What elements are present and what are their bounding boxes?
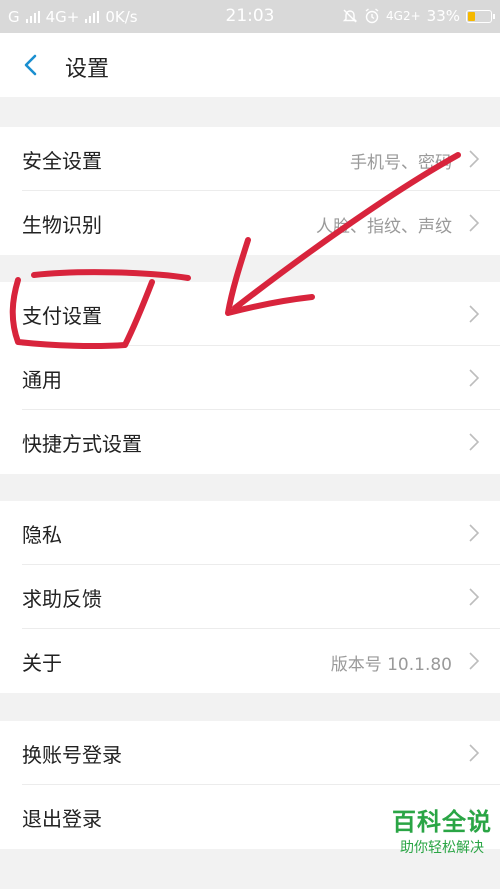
settings-row-about[interactable]: 关于 版本号 10.1.80	[0, 629, 500, 693]
settings-row-feedback[interactable]: 求助反馈	[0, 565, 500, 629]
mute-bell-icon	[342, 9, 358, 23]
status-bar: G 4G+ 0K/s 21:03 4G2+ 33%	[0, 0, 500, 33]
settings-group-general: 支付设置 通用 快捷方式设置	[0, 282, 500, 474]
battery-fill	[468, 11, 475, 21]
watermark-subtitle: 助你轻松解决	[400, 840, 484, 856]
settings-row-switch-account[interactable]: 换账号登录	[0, 721, 500, 785]
settings-row-payment[interactable]: 支付设置	[0, 282, 500, 346]
settings-group-privacy: 隐私 求助反馈 关于 版本号 10.1.80	[0, 501, 500, 693]
row-label: 关于	[22, 651, 62, 675]
settings-row-general[interactable]: 通用	[0, 346, 500, 410]
row-value: 版本号 10.1.80	[330, 655, 452, 675]
settings-row-security[interactable]: 安全设置 手机号、密码	[0, 127, 500, 191]
chevron-right-icon	[469, 744, 480, 762]
alarm-icon	[365, 8, 379, 24]
battery-icon	[466, 9, 495, 23]
status-right: 4G2+ 33%	[342, 7, 495, 25]
chevron-right-icon	[469, 305, 480, 323]
page-title: 设置	[65, 57, 110, 82]
row-label: 求助反馈	[22, 587, 102, 611]
network-label-right: 4G2+	[386, 9, 421, 23]
row-label: 快捷方式设置	[22, 432, 142, 456]
settings-row-biometrics[interactable]: 生物识别 人脸、指纹、声纹	[0, 191, 500, 255]
row-label: 换账号登录	[22, 743, 122, 767]
row-label: 通用	[22, 368, 62, 392]
row-value: 手机号、密码	[350, 153, 452, 173]
chevron-left-icon[interactable]	[16, 50, 46, 80]
chevron-right-icon	[469, 652, 480, 670]
chevron-right-icon	[469, 433, 480, 451]
row-label: 生物识别	[22, 213, 102, 237]
row-label: 隐私	[22, 523, 62, 547]
settings-group-account: 安全设置 手机号、密码 生物识别 人脸、指纹、声纹	[0, 127, 500, 255]
chevron-right-icon	[469, 214, 480, 232]
row-value: 人脸、指纹、声纹	[316, 217, 452, 237]
header: 设置	[0, 33, 500, 97]
row-label: 安全设置	[22, 149, 102, 173]
settings-row-shortcuts[interactable]: 快捷方式设置	[0, 410, 500, 474]
settings-row-privacy[interactable]: 隐私	[0, 501, 500, 565]
watermark-title: 百科全说	[392, 808, 492, 836]
chevron-right-icon	[469, 369, 480, 387]
chevron-right-icon	[469, 150, 480, 168]
row-label: 支付设置	[22, 304, 102, 328]
watermark: 百科全说 助你轻松解决	[392, 802, 492, 857]
chevron-right-icon	[469, 524, 480, 542]
row-label: 退出登录	[22, 807, 102, 831]
battery-percent: 33%	[426, 7, 460, 25]
chevron-right-icon	[469, 588, 480, 606]
